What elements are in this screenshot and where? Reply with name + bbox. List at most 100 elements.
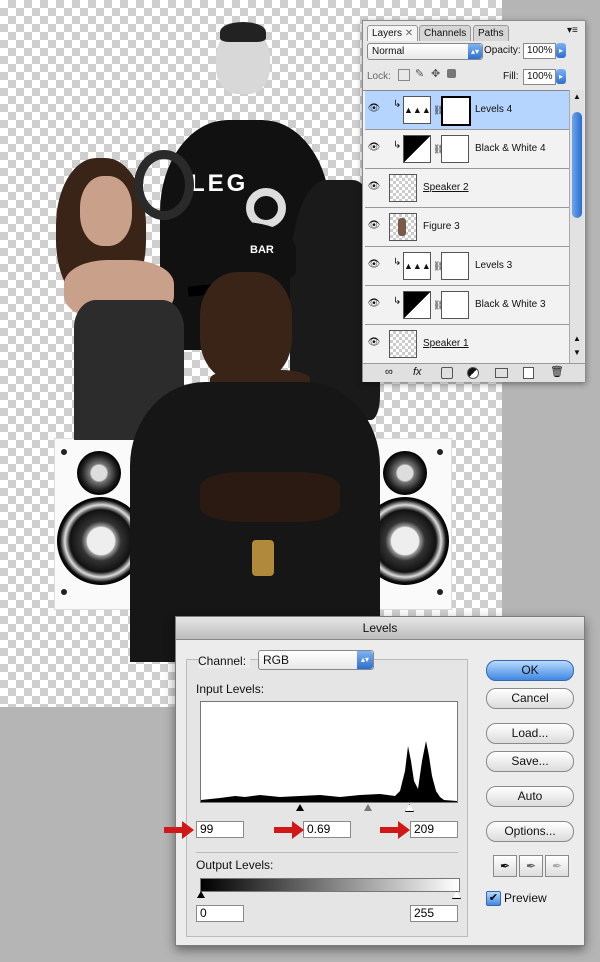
output-levels-label: Output Levels: — [196, 858, 274, 872]
fill-slider-toggle-icon[interactable]: ▸ — [556, 69, 566, 84]
opacity-slider-toggle-icon[interactable]: ▸ — [556, 43, 566, 58]
input-gamma-field[interactable] — [303, 821, 351, 838]
opacity-field[interactable]: 100% — [523, 43, 556, 59]
ok-button[interactable]: OK — [486, 660, 574, 681]
scroll-up-icon[interactable]: ▲ — [573, 334, 581, 343]
figure-front-man: BAR — [130, 222, 380, 662]
levels-adjustment-icon: ▲▲▲ — [403, 96, 431, 124]
tab-layers[interactable]: Layers ✕ — [367, 25, 419, 41]
layer-row-black-white-3[interactable]: 👁 ↳ ⛓ Black & White 3 — [365, 286, 569, 325]
input-gamma-slider[interactable] — [364, 804, 372, 811]
group-divider — [196, 852, 458, 853]
visibility-eye-icon[interactable]: 👁 — [367, 142, 381, 153]
input-levels-label: Input Levels: — [196, 682, 265, 696]
tab-channels[interactable]: Channels — [419, 25, 472, 41]
save-button[interactable]: Save... — [486, 751, 574, 772]
tab-paths[interactable]: Paths — [473, 25, 509, 41]
visibility-eye-icon[interactable]: 👁 — [367, 298, 381, 309]
clip-arrow-icon: ↳ — [393, 296, 402, 307]
clip-arrow-icon: ↳ — [393, 140, 402, 151]
load-button[interactable]: Load... — [486, 723, 574, 744]
adjustment-icon[interactable] — [467, 367, 479, 379]
preview-label[interactable]: Preview — [504, 891, 547, 905]
scroll-thumb[interactable] — [572, 112, 582, 218]
clip-arrow-icon: ↳ — [393, 99, 402, 110]
fill-label: Fill: — [503, 71, 519, 82]
layer-name[interactable]: Speaker 2 — [423, 182, 469, 193]
layer-name[interactable]: Black & White 3 — [475, 299, 546, 310]
layers-panel: Layers ✕ Channels Paths ▾≡ Normal ▴▾ Opa… — [362, 20, 586, 382]
group-icon[interactable] — [495, 368, 508, 378]
layer-mask-thumbnail[interactable] — [441, 96, 471, 126]
channel-select[interactable]: RGB ▴▾ — [258, 650, 374, 670]
layer-row-figure-3[interactable]: 👁 Figure 3 — [365, 208, 569, 247]
gray-eyedropper-icon[interactable]: ✒ — [519, 855, 543, 877]
input-black-field[interactable] — [196, 821, 244, 838]
layer-thumbnail[interactable] — [389, 330, 417, 358]
visibility-eye-icon[interactable]: 👁 — [367, 220, 381, 231]
blend-mode-select[interactable]: Normal ▴▾ — [367, 43, 483, 60]
layer-thumbnail[interactable] — [389, 213, 417, 241]
output-white-field[interactable] — [410, 905, 458, 922]
layer-row-speaker-1[interactable]: 👁 Speaker 1 — [365, 325, 569, 364]
annotation-arrow-black — [164, 821, 194, 839]
layer-mask-thumbnail[interactable] — [441, 135, 469, 163]
lock-transparent-icon[interactable] — [398, 69, 410, 81]
cancel-button[interactable]: Cancel — [486, 688, 574, 709]
lock-all-icon[interactable] — [447, 69, 456, 78]
black-eyedropper-icon[interactable]: ✒ — [493, 855, 517, 877]
visibility-eye-icon[interactable]: 👁 — [367, 259, 381, 270]
output-black-slider[interactable] — [197, 891, 205, 898]
layer-thumbnail[interactable] — [389, 174, 417, 202]
layer-row-levels-3[interactable]: 👁 ↳ ▲▲▲ ⛓ Levels 3 — [365, 247, 569, 286]
fill-field[interactable]: 100% — [523, 69, 556, 85]
input-black-slider[interactable] — [296, 804, 304, 811]
close-tab-icon[interactable]: ✕ — [405, 28, 413, 39]
layer-name[interactable]: Speaker 1 — [423, 338, 469, 349]
layer-name[interactable]: Levels 3 — [475, 260, 512, 271]
layers-scrollbar[interactable]: ▲ ▲ ▼ — [569, 90, 584, 363]
preview-checkbox[interactable]: ✔ — [486, 891, 501, 906]
options-button[interactable]: Options... — [486, 821, 574, 842]
opacity-label: Opacity: — [484, 45, 521, 56]
histogram — [200, 701, 458, 803]
layer-mask-thumbnail[interactable] — [441, 291, 469, 319]
dialog-title: Levels — [176, 617, 584, 640]
visibility-eye-icon[interactable]: 👁 — [367, 181, 381, 192]
annotation-arrow-gamma — [274, 821, 304, 839]
layer-row-speaker-2[interactable]: 👁 Speaker 2 — [365, 169, 569, 208]
layer-row-levels-4[interactable]: 👁 ↳ ▲▲▲ ⛓ Levels 4 — [365, 91, 569, 130]
levels-dialog: Levels Channel: RGB ▴▾ Input Levels: Out… — [164, 616, 585, 946]
chevron-updown-icon: ▴▾ — [357, 651, 373, 669]
scroll-up-icon[interactable]: ▲ — [573, 92, 581, 101]
white-eyedropper-icon[interactable]: ✒ — [545, 855, 569, 877]
layer-mask-thumbnail[interactable] — [441, 252, 469, 280]
input-white-field[interactable] — [410, 821, 458, 838]
output-gradient-bar — [200, 878, 460, 892]
fx-icon[interactable]: fx — [413, 366, 422, 378]
lock-move-icon[interactable]: ✥ — [431, 67, 440, 80]
auto-button[interactable]: Auto — [486, 786, 574, 807]
link-icon[interactable]: ∞ — [385, 366, 393, 378]
channel-label: Channel: — [198, 654, 251, 668]
panel-menu-icon[interactable]: ▾≡ — [567, 25, 578, 36]
visibility-eye-icon[interactable]: 👁 — [367, 337, 381, 348]
clip-arrow-icon: ↳ — [393, 257, 402, 268]
mask-icon[interactable] — [441, 367, 453, 379]
trash-icon[interactable]: 🗑 — [550, 365, 564, 378]
layer-name[interactable]: Levels 4 — [475, 104, 512, 115]
layers-footer: ∞ fx 🗑 — [363, 363, 585, 382]
black-white-adjustment-icon — [403, 135, 431, 163]
chevron-updown-icon: ▴▾ — [468, 44, 482, 59]
lock-paint-icon[interactable]: ✎ — [415, 67, 424, 80]
black-white-adjustment-icon — [403, 291, 431, 319]
layer-name[interactable]: Black & White 4 — [475, 143, 546, 154]
new-layer-icon[interactable] — [523, 367, 534, 379]
output-black-field[interactable] — [196, 905, 244, 922]
visibility-eye-icon[interactable]: 👁 — [367, 103, 381, 114]
scroll-down-icon[interactable]: ▼ — [573, 348, 581, 357]
lock-label: Lock: — [367, 71, 391, 82]
levels-adjustment-icon: ▲▲▲ — [403, 252, 431, 280]
layer-row-black-white-4[interactable]: 👁 ↳ ⛓ Black & White 4 — [365, 130, 569, 169]
layer-name[interactable]: Figure 3 — [423, 221, 460, 232]
